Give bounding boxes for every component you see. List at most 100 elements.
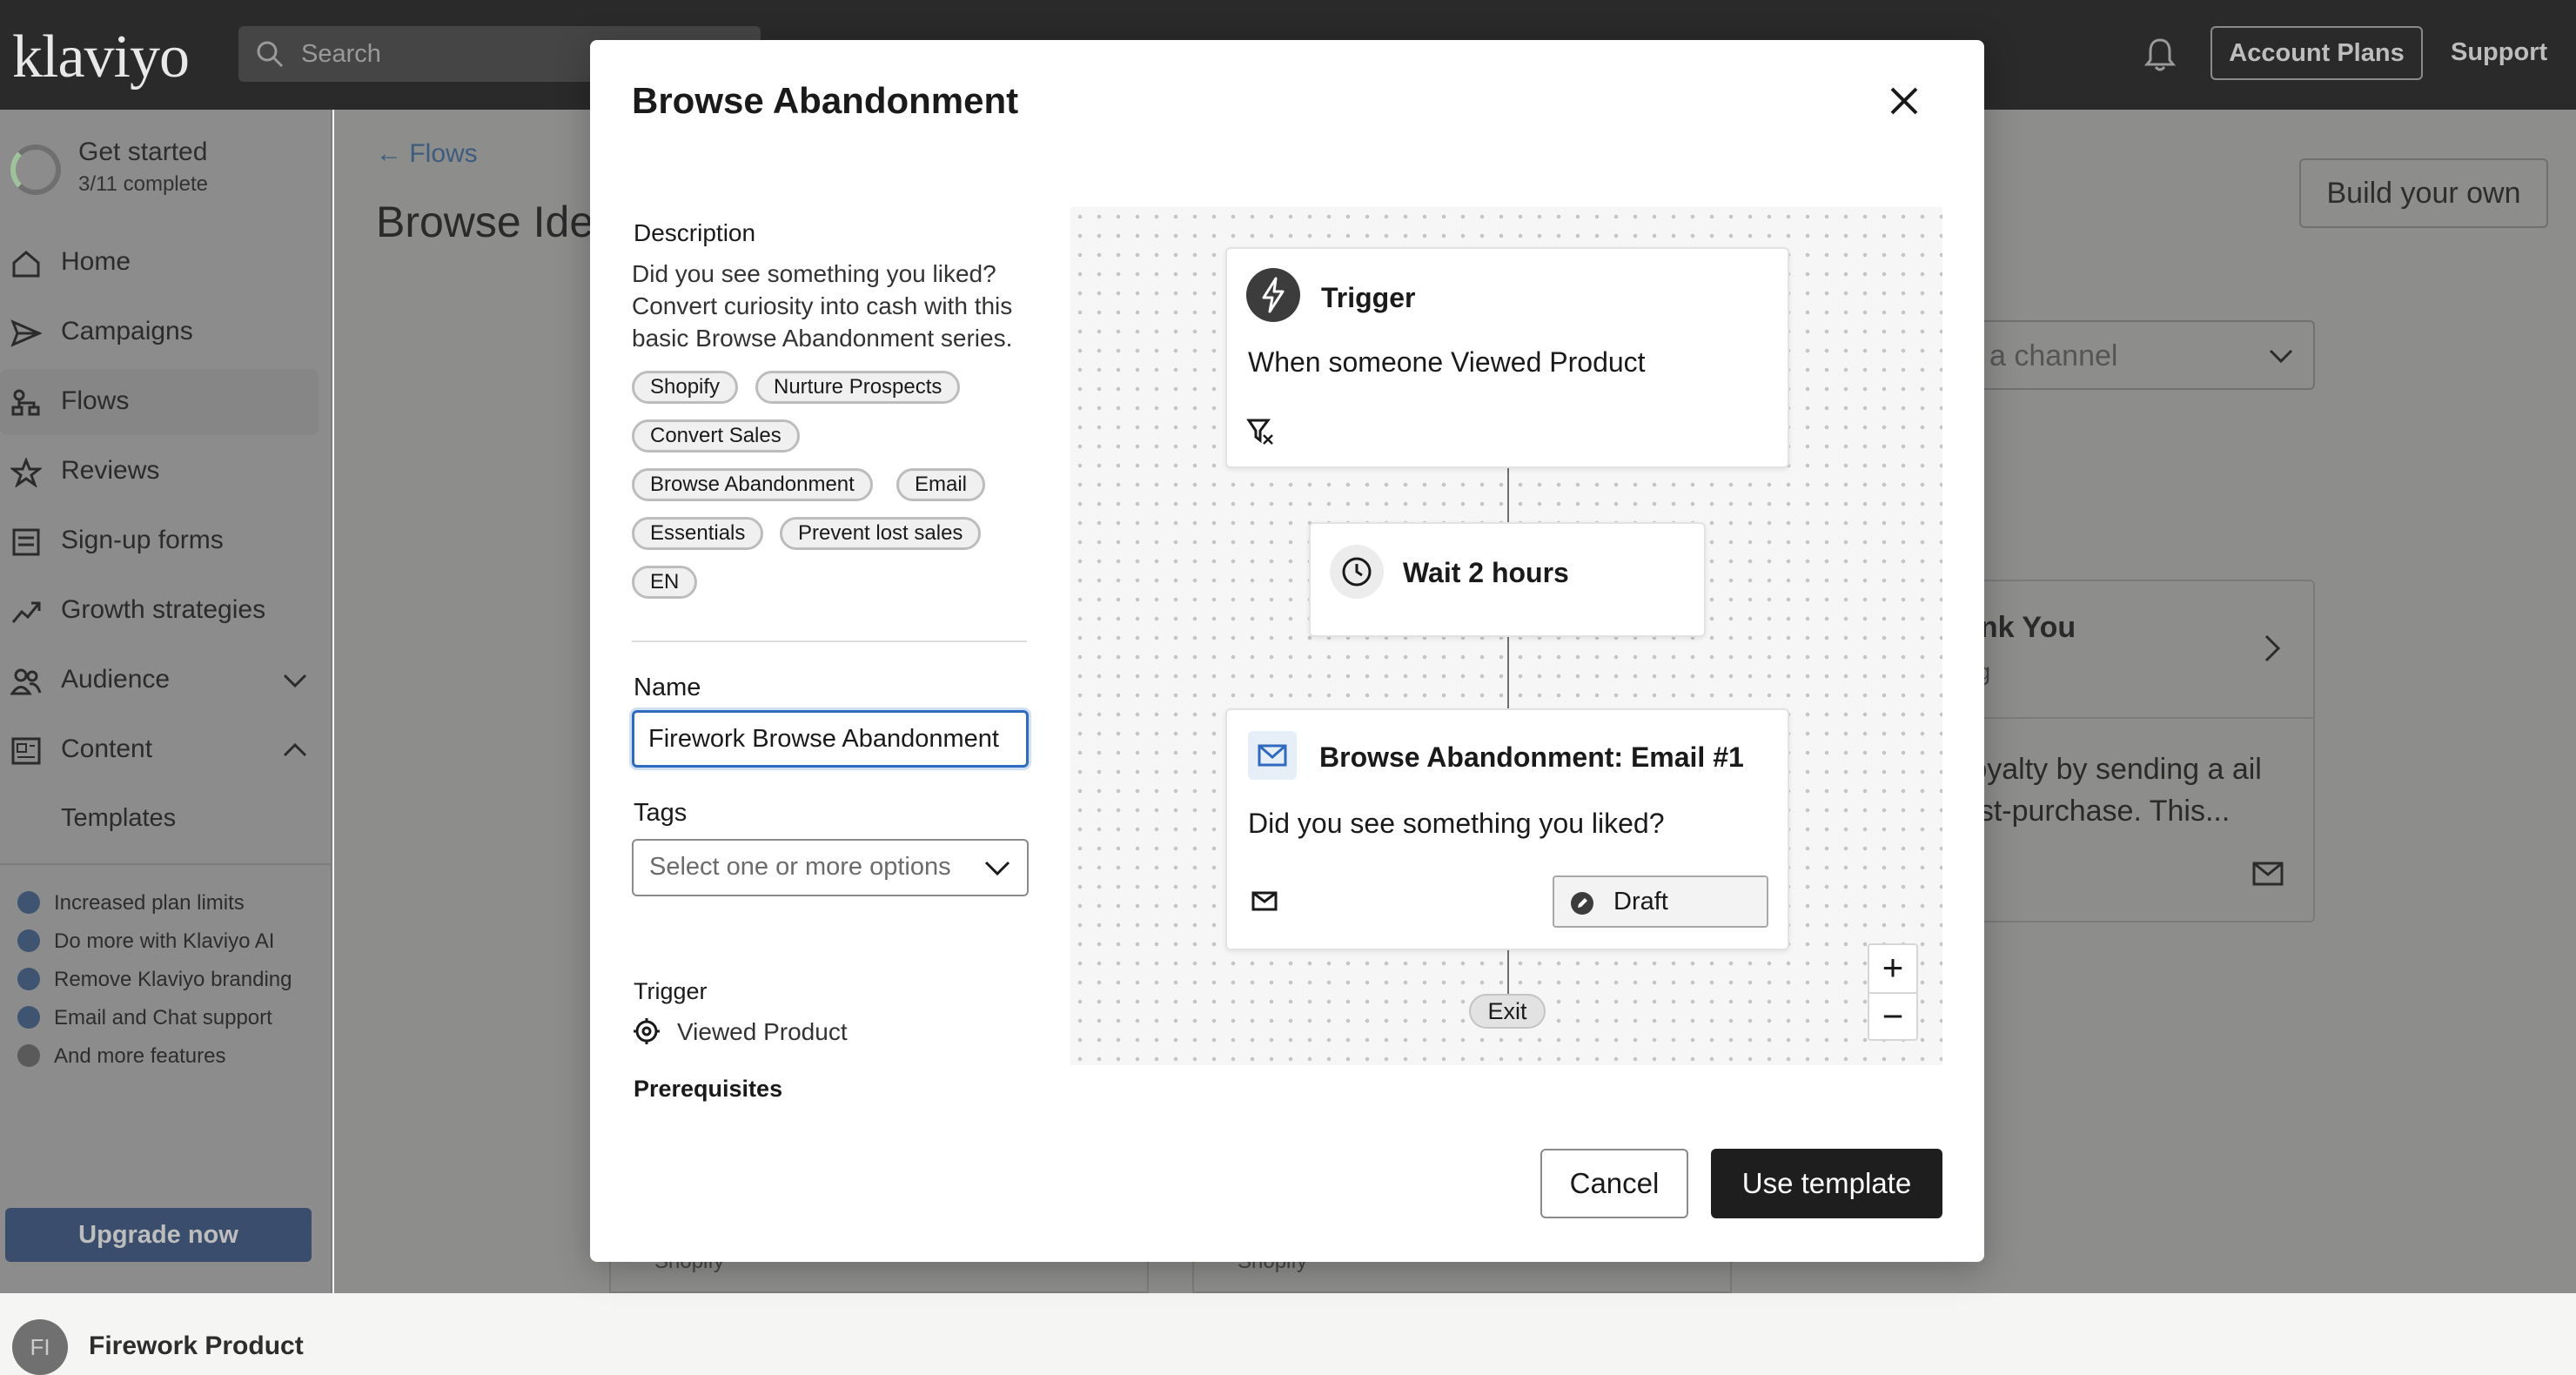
chevron-down-icon <box>2269 349 2293 364</box>
tags-label: Tags <box>634 799 688 827</box>
sidebar-item-reviews[interactable]: Reviews <box>0 439 319 505</box>
tag-pill: Browse Abandonment <box>632 468 873 501</box>
account-name[interactable]: Firework Product <box>89 1331 304 1361</box>
cancel-button[interactable]: Cancel <box>1540 1149 1688 1218</box>
tag-pill: Convert Sales <box>632 419 800 453</box>
flow-name-input[interactable]: Firework Browse Abandonment <box>632 710 1029 768</box>
search-placeholder: Search <box>301 40 381 68</box>
sidebar-item-label: Campaigns <box>61 317 193 345</box>
send-icon <box>10 319 42 347</box>
flow-connector <box>1507 468 1509 522</box>
plus-icon <box>17 929 40 952</box>
chevron-up-icon <box>283 742 307 757</box>
upsell-item: And more features <box>17 1043 225 1069</box>
plus-icon <box>17 890 40 914</box>
exit-node: Exit <box>1469 994 1546 1029</box>
klaviyo-logo[interactable]: klaviyo <box>12 23 190 92</box>
home-icon <box>12 251 40 278</box>
sidebar-item-label: Growth strategies <box>61 595 266 624</box>
sidebar-item-signup-forms[interactable]: Sign-up forms <box>0 508 319 574</box>
sidebar-item-home[interactable]: Home <box>0 230 319 296</box>
progress-ring-icon <box>10 144 61 195</box>
wait-node[interactable]: Wait 2 hours <box>1309 522 1706 637</box>
account-plans-button[interactable]: Account Plans <box>2210 26 2423 80</box>
upsell-item: Increased plan limits <box>17 890 245 916</box>
sidebar-item-label: Audience <box>61 665 171 694</box>
back-to-flows-link[interactable]: ← Flows <box>376 139 478 169</box>
tags-select[interactable]: Select one or more options <box>632 839 1029 896</box>
gear-icon <box>634 1018 660 1044</box>
sidebar-item-label: Flows <box>61 386 130 415</box>
upsell-item: Do more with Klaviyo AI <box>17 929 274 954</box>
description-label: Description <box>634 219 756 246</box>
flows-icon <box>11 389 40 416</box>
draft-icon <box>1571 892 1593 915</box>
description-text: Did you see something you liked? Convert… <box>632 260 1013 352</box>
mail-icon <box>1248 731 1297 780</box>
sidebar: Get started 3/11 complete Home Campaigns… <box>0 110 332 1375</box>
upgrade-now-button[interactable]: Upgrade now <box>5 1208 312 1262</box>
trigger-label: Trigger <box>634 978 708 1004</box>
star-icon <box>10 458 42 487</box>
mail-check-icon <box>1251 891 1278 911</box>
clock-icon <box>1330 545 1384 599</box>
sidebar-item-content[interactable]: Content <box>0 717 319 783</box>
sidebar-item-label: Reviews <box>61 456 160 485</box>
search-icon <box>257 41 284 68</box>
trend-icon <box>11 601 41 623</box>
trigger-node[interactable]: Trigger When someone Viewed Product <box>1225 247 1789 468</box>
chevron-right-icon <box>2264 634 2281 662</box>
name-label: Name <box>634 674 701 701</box>
email-node[interactable]: Browse Abandonment: Email #1 Did you see… <box>1225 708 1789 950</box>
sidebar-item-label: Home <box>61 247 131 276</box>
tag-pill: Nurture Prospects <box>755 371 961 404</box>
flow-connector <box>1507 950 1509 994</box>
tag-pill: Email <box>896 468 986 501</box>
upsell-item: Remove Klaviyo branding <box>17 967 292 992</box>
support-link[interactable]: Support <box>2451 38 2547 67</box>
template-modal: Browse Abandonment Description Did you s… <box>590 40 1984 1262</box>
bell-icon[interactable] <box>2143 37 2177 73</box>
close-icon[interactable] <box>1887 84 1922 118</box>
get-started-progress: 3/11 complete <box>78 172 208 196</box>
arrow-left-icon: ← <box>376 139 402 168</box>
use-template-button[interactable]: Use template <box>1711 1149 1942 1218</box>
chevron-down-icon <box>283 674 307 688</box>
tag-pill: Shopify <box>632 371 739 404</box>
tag-pill: EN <box>632 566 698 599</box>
form-icon <box>12 528 40 556</box>
tag-pill: Prevent lost sales <box>780 517 982 550</box>
sidebar-subitem-templates[interactable]: Templates <box>61 804 176 833</box>
upsell-item: Email and Chat support <box>17 1005 272 1030</box>
sidebar-divider <box>0 863 331 865</box>
page-title: Browse Idea <box>376 198 618 246</box>
mail-icon <box>2252 862 2284 886</box>
sidebar-item-growth-strategies[interactable]: Growth strategies <box>0 578 319 644</box>
flow-preview-canvas[interactable]: Trigger When someone Viewed Product Wait… <box>1070 207 1942 1065</box>
lightning-icon <box>1246 268 1300 322</box>
draft-status-badge: Draft <box>1553 875 1768 928</box>
build-your-own-button[interactable]: Build your own <box>2299 158 2548 228</box>
chevron-down-icon <box>984 861 1010 876</box>
zoom-controls: + − <box>1868 943 1918 1041</box>
plus-icon <box>17 1005 40 1029</box>
sidebar-item-audience[interactable]: Audience <box>0 647 319 714</box>
prerequisites-label: Prerequisites <box>634 1076 783 1102</box>
plus-icon <box>17 1043 40 1067</box>
content-icon <box>11 737 41 765</box>
tag-pill: Essentials <box>632 517 764 550</box>
sidebar-item-label: Sign-up forms <box>61 526 224 554</box>
filter-icon <box>1246 419 1273 445</box>
section-divider <box>632 641 1027 642</box>
sidebar-item-flows[interactable]: Flows <box>0 369 319 435</box>
avatar[interactable]: FI <box>12 1319 68 1375</box>
get-started-title[interactable]: Get started <box>78 138 207 167</box>
sidebar-item-label: Content <box>61 734 153 763</box>
zoom-in-button[interactable]: + <box>1869 945 1916 992</box>
sidebar-item-campaigns[interactable]: Campaigns <box>0 299 319 366</box>
plus-icon <box>17 967 40 990</box>
flow-connector <box>1507 637 1509 708</box>
modal-title: Browse Abandonment <box>632 80 1019 121</box>
people-icon <box>10 668 42 695</box>
zoom-out-button[interactable]: − <box>1869 994 1916 1041</box>
